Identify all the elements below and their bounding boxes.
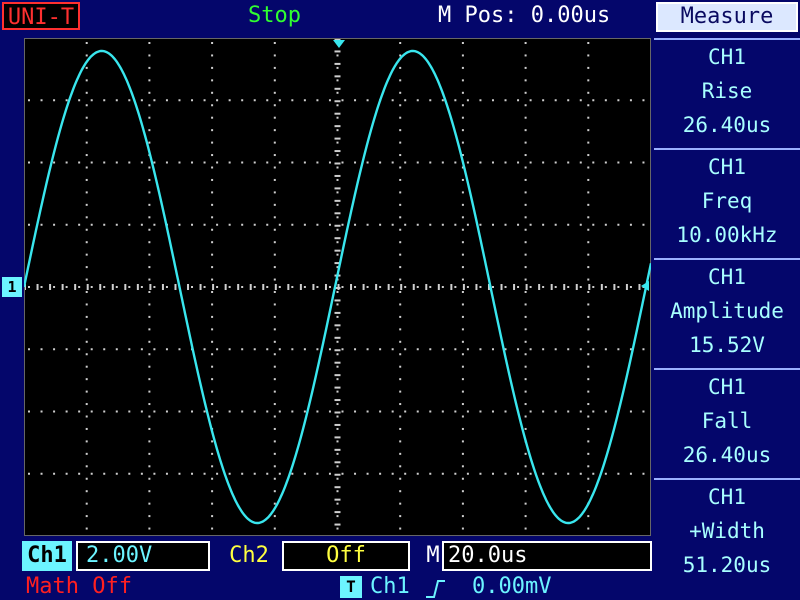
timebase-value: 20.0us — [442, 541, 652, 571]
measure-menu-title[interactable]: Measure — [656, 2, 798, 32]
measure-channel: CH1 — [708, 265, 746, 289]
measure-type: Freq — [701, 189, 753, 213]
measure-channel: CH1 — [708, 155, 746, 179]
trigger-position-marker — [333, 40, 345, 48]
ch1-volts-div: 2.00V — [76, 541, 210, 571]
measure-type: +Width — [689, 519, 765, 543]
measure-slot-rise[interactable]: CH1 Rise 26.40us — [654, 38, 800, 146]
measure-type: Amplitude — [670, 299, 784, 323]
run-status[interactable]: Stop — [248, 3, 301, 28]
brand-logo: UNI-T — [2, 2, 80, 30]
measure-channel: CH1 — [708, 485, 746, 509]
measure-slot-amplitude[interactable]: CH1 Amplitude 15.52V — [654, 258, 800, 366]
math-status[interactable]: Math Off — [26, 574, 132, 599]
channel1-ground-marker[interactable]: 1 — [2, 277, 22, 297]
measure-channel: CH1 — [708, 45, 746, 69]
measure-type: Fall — [701, 409, 753, 433]
measure-value: 26.40us — [682, 113, 772, 137]
trigger-source: Ch1 — [370, 574, 410, 599]
trigger-icon: T — [340, 576, 362, 598]
measure-slot-fall[interactable]: CH1 Fall 26.40us — [654, 368, 800, 476]
timebase-label: M — [426, 543, 440, 568]
measure-value: 10.00kHz — [676, 223, 778, 247]
horizontal-position: M Pos: 0.00us — [438, 3, 611, 28]
measure-type: Rise — [701, 79, 753, 103]
measure-value: 51.20us — [682, 553, 772, 577]
rising-edge-icon — [426, 580, 445, 598]
ch2-volts-div: Off — [282, 541, 410, 571]
measure-slot-freq[interactable]: CH1 Freq 10.00kHz — [654, 148, 800, 256]
ch1-button[interactable]: Ch1 — [22, 541, 72, 571]
waveform-display[interactable] — [24, 38, 651, 536]
ch2-button[interactable]: Ch2 — [224, 541, 274, 571]
measure-value: 15.52V — [689, 333, 765, 357]
graticule — [24, 38, 651, 536]
trigger-level: 0.00mV — [472, 574, 552, 599]
measure-slot-pwidth[interactable]: CH1 +Width 51.20us — [654, 478, 800, 586]
measure-value: 26.40us — [682, 443, 772, 467]
measure-channel: CH1 — [708, 375, 746, 399]
